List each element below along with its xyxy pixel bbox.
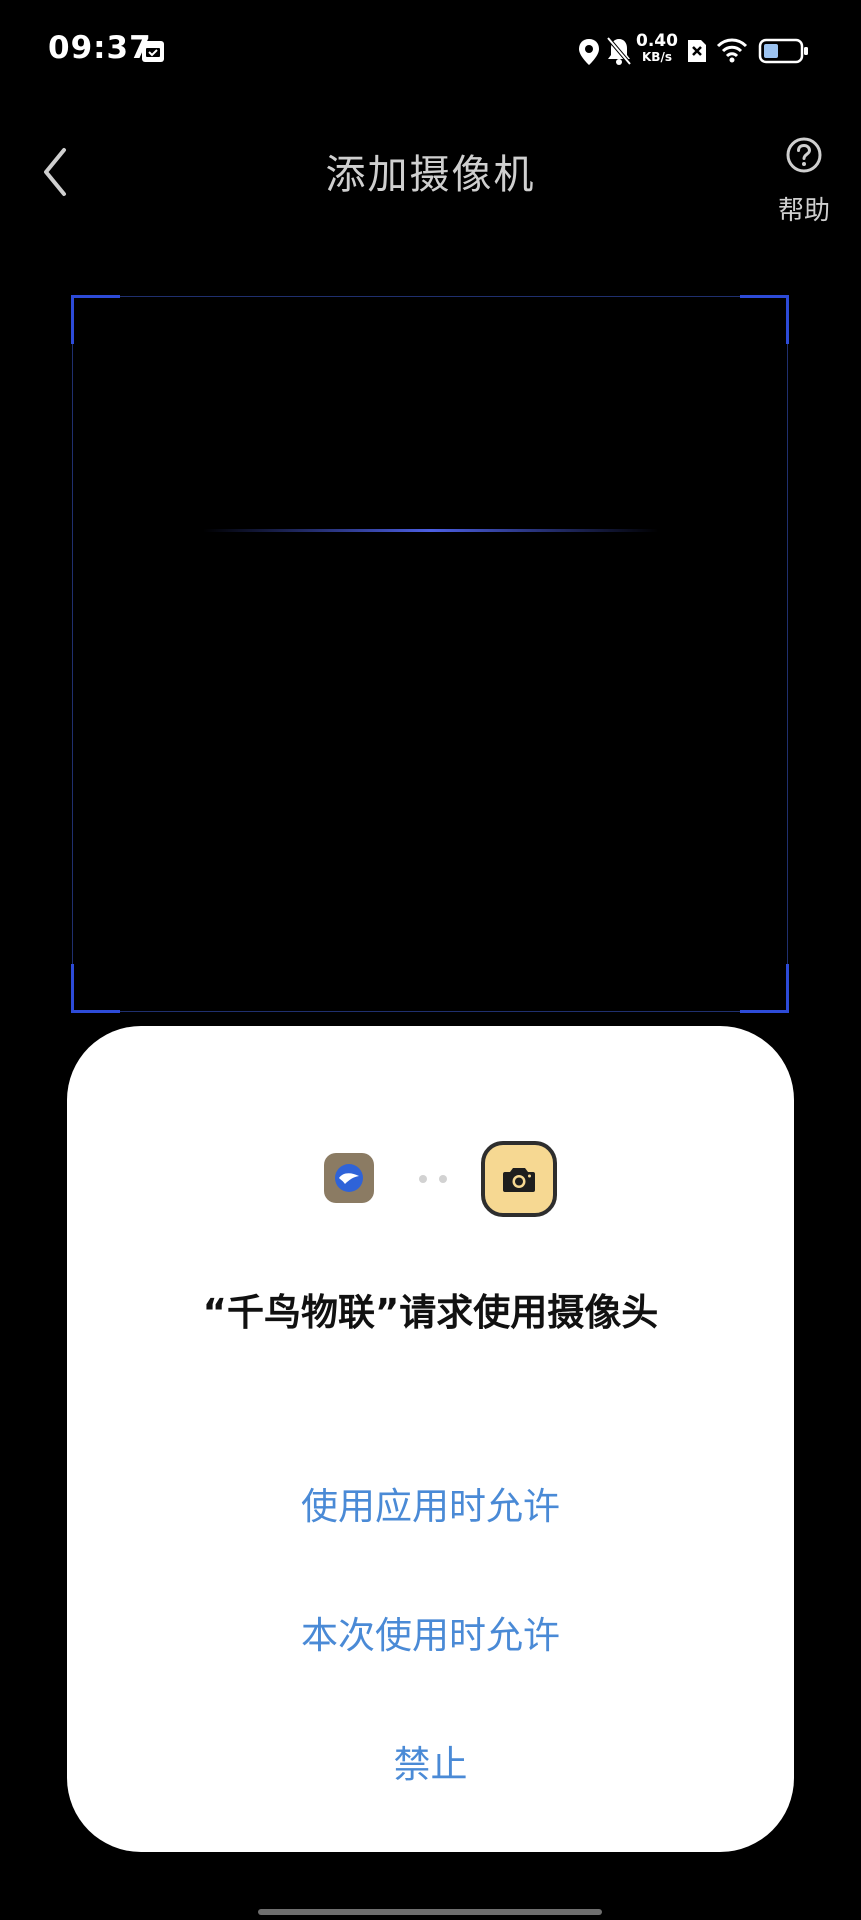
- status-bar: 09:37 0.40 KB/s: [0, 0, 861, 100]
- deny-button[interactable]: 禁止: [67, 1734, 794, 1788]
- viewfinder-corner: [740, 964, 789, 1013]
- help-circle-icon: [786, 137, 822, 173]
- top-app-bar: 添加摄像机 帮助: [0, 120, 861, 226]
- connector-dot: [439, 1175, 447, 1183]
- permission-prompt: “千鸟物联”请求使用摄像头: [202, 1291, 659, 1334]
- bell-muted-icon: [606, 36, 632, 66]
- sim-blocked-icon: [688, 40, 706, 62]
- viewfinder-corner: [71, 295, 120, 344]
- help-button[interactable]: 帮助: [772, 136, 836, 226]
- scan-line: [203, 529, 659, 532]
- wifi-icon: [716, 38, 748, 63]
- allow-while-using-button[interactable]: 使用应用时允许: [67, 1476, 794, 1530]
- allow-this-time-button[interactable]: 本次使用时允许: [67, 1605, 794, 1659]
- app-logo-icon: [324, 1153, 374, 1203]
- status-time: 09:37: [48, 30, 152, 66]
- camera-permission-icon: [481, 1141, 557, 1217]
- home-indicator[interactable]: [258, 1909, 602, 1915]
- camera-permission-dialog: “千鸟物联”请求使用摄像头 使用应用时允许 本次使用时允许 禁止: [67, 1026, 794, 1852]
- network-speed-unit: KB/s: [642, 50, 672, 64]
- viewfinder-corner: [71, 964, 120, 1013]
- calendar-icon: [142, 41, 164, 62]
- connector-dot: [419, 1175, 427, 1183]
- viewfinder-corner: [740, 295, 789, 344]
- battery-icon: [758, 38, 808, 64]
- location-icon: [579, 39, 599, 65]
- help-label: 帮助: [777, 196, 830, 226]
- network-speed: 0.40 KB/s: [636, 31, 678, 64]
- scan-viewfinder: [71, 295, 789, 1013]
- network-speed-value: 0.40: [636, 31, 678, 51]
- page-title: 添加摄像机: [325, 152, 536, 198]
